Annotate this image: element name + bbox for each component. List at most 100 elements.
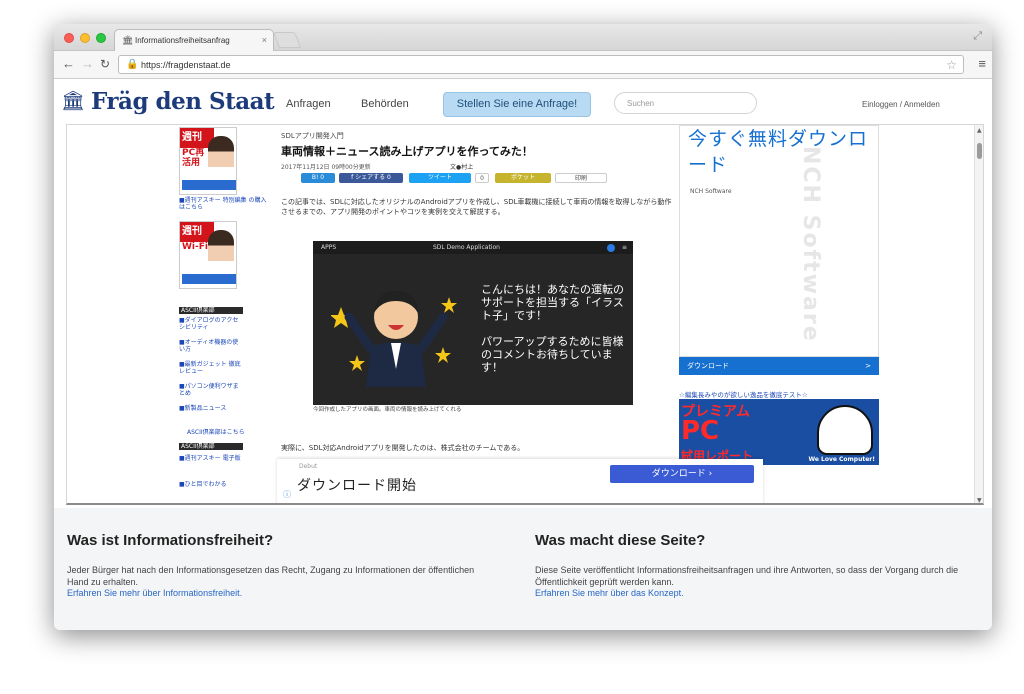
minimize-window-icon[interactable] bbox=[80, 33, 90, 43]
lock-icon: 🔒 bbox=[126, 59, 139, 70]
ad-download-button[interactable]: ダウンロード > bbox=[679, 357, 879, 375]
sparkle-icon bbox=[441, 297, 457, 313]
footer-link-konzept[interactable]: Erfahren Sie mehr über das Konzept. bbox=[535, 588, 684, 598]
sidebar-section-header: ASCII倶楽部 bbox=[179, 307, 243, 314]
left-arm-shape bbox=[344, 312, 376, 354]
vertical-scrollbar[interactable]: ▲ ▼ bbox=[974, 125, 983, 503]
magazine-caption[interactable]: ■週刊アスキー 特別編集 の購入はこちら bbox=[179, 197, 271, 211]
sidebar-link[interactable]: ■ひと目でわかる bbox=[179, 481, 241, 488]
browser-toolbar: ← → ↻ 🔒 https://fragdenstaat.de ☆ ≡ bbox=[54, 51, 992, 79]
article-body: 実際に、SDL対応Androidアプリを開発したのは、株式会社のチームである。 bbox=[281, 444, 525, 452]
reload-icon[interactable]: ↻ bbox=[100, 57, 110, 71]
fullscreen-icon[interactable]: ⤢ bbox=[973, 30, 982, 43]
bank-favicon-icon: 🏛 bbox=[122, 35, 134, 45]
maximize-window-icon[interactable] bbox=[96, 33, 106, 43]
new-tab-button[interactable] bbox=[273, 32, 301, 48]
magazine-cover[interactable]: 週刊 Wi-Fi bbox=[179, 221, 237, 289]
forward-arrow-icon[interactable]: → bbox=[81, 57, 94, 71]
nav-behoerden[interactable]: Behörden bbox=[361, 98, 409, 110]
print-button[interactable]: 印刷 bbox=[555, 173, 607, 183]
magazine-headline: Wi-Fi bbox=[182, 242, 208, 252]
footer-heading-informationsfreiheit: Was ist Informationsfreiheit? bbox=[67, 532, 274, 549]
login-link[interactable]: Einloggen / Anmelden bbox=[862, 100, 940, 109]
app-menu-icon: ≡ bbox=[621, 244, 627, 251]
bank-logo-icon: 🏛 bbox=[61, 91, 86, 112]
scroll-up-icon[interactable]: ▲ bbox=[977, 127, 982, 134]
browser-tab[interactable]: 🏛 Informationsfreiheitsanfrag × bbox=[114, 29, 274, 51]
bookmark-star-icon[interactable]: ☆ bbox=[946, 58, 957, 72]
cover-banner bbox=[182, 274, 236, 284]
footer-heading-seite: Was macht diese Seite? bbox=[535, 532, 706, 549]
article-author: 文●村上 bbox=[450, 164, 474, 171]
tab-title: Informationsfreiheitsanfrag bbox=[135, 36, 230, 45]
article-lead: この記事では、SDLに対応したオリジナルのAndroidアプリを作成し、SDL車… bbox=[281, 198, 672, 216]
sparkle-icon bbox=[435, 347, 451, 363]
tweet-button[interactable]: ツイート bbox=[409, 173, 471, 183]
sparkle-icon bbox=[349, 355, 365, 371]
app-message: こんにちは！あなたの運転のサポートを担当する「イラスト子」です！ bbox=[481, 283, 624, 322]
footer-text-seite: Diese Seite veröffentlicht Informationsf… bbox=[535, 565, 959, 587]
magazine-sidebar: 週刊 PC再活用 ■週刊アスキー 特別編集 の購入はこちら 週刊 Wi-Fi A… bbox=[179, 125, 271, 503]
app-bar: APPS SDL Demo Application ≡ bbox=[313, 241, 633, 254]
caricature-icon bbox=[817, 405, 873, 455]
slogan-text: We Love Computer! bbox=[808, 456, 875, 463]
cover-photo bbox=[208, 136, 234, 180]
businessman-illustration-icon bbox=[331, 291, 457, 387]
embedded-document: 週刊 PC再活用 ■週刊アスキー 特別編集 の購入はこちら 週刊 Wi-Fi A… bbox=[66, 124, 984, 505]
right-arm-shape bbox=[416, 312, 448, 354]
sidebar-link[interactable]: ■最新ガジェット 徹底レビュー bbox=[179, 361, 241, 375]
chevron-right-icon: > bbox=[865, 362, 871, 370]
pc-text: PC bbox=[681, 416, 720, 446]
site-header: 🏛 Fräg den Staat Anfragen Behörden Stell… bbox=[54, 80, 992, 124]
tweet-count: 0 bbox=[475, 173, 489, 183]
nav-anfragen[interactable]: Anfragen bbox=[286, 98, 331, 110]
footer-link-informationsfreiheit[interactable]: Erfahren Sie mehr über Informationsfreih… bbox=[67, 588, 242, 598]
app-status-icon bbox=[607, 244, 615, 252]
app-screenshot: APPS SDL Demo Application ≡ こんにちは！あなたの運転… bbox=[313, 241, 633, 405]
download-ad-banner[interactable]: Debut ⓘ ダウンロード開始 ダウンロード › bbox=[277, 459, 763, 503]
banner-text: ダウンロード開始 bbox=[297, 478, 417, 494]
ad-company: NCH Software bbox=[690, 188, 732, 195]
browser-window: 🏛 Informationsfreiheitsanfrag × ⤢ ← → ↻ … bbox=[54, 24, 992, 630]
banner-download-button[interactable]: ダウンロード › bbox=[610, 465, 754, 483]
nch-ad[interactable]: NCH Software 今すぐ無料ダウンロード NCH Software bbox=[679, 125, 879, 357]
premium-pc-ad[interactable]: プレミアム PC 試用レポート We Love Computer! bbox=[679, 399, 879, 465]
pocket-button[interactable]: ポケット bbox=[495, 173, 551, 183]
scroll-down-icon[interactable]: ▼ bbox=[977, 497, 982, 503]
tab-close-icon[interactable]: × bbox=[262, 35, 267, 45]
ad-download-label: ダウンロード bbox=[687, 362, 729, 370]
article-title: 車両情報＋ニュース読み上げアプリを作ってみた！ bbox=[281, 145, 533, 158]
title-bar: 🏛 Informationsfreiheitsanfrag × ⤢ bbox=[54, 24, 992, 51]
sidebar-link[interactable]: ■オーディオ機器の使い方 bbox=[179, 339, 241, 353]
ad-column: NCH Software 今すぐ無料ダウンロード NCH Software ダウ… bbox=[679, 125, 879, 503]
sidebar-link[interactable]: ■新製品ニュース bbox=[179, 405, 241, 412]
sidebar-more-link[interactable]: ASCII倶楽部はこちら bbox=[187, 427, 245, 436]
sidebar-link[interactable]: ■パソコン便利ワザまとめ bbox=[179, 383, 241, 397]
sidebar-link[interactable]: ■ダイアログのアクセシビリティ bbox=[179, 317, 241, 331]
address-bar[interactable]: 🔒 https://fragdenstaat.de ☆ bbox=[118, 55, 964, 74]
footer-text-informationsfreiheit: Jeder Bürger hat nach den Informationsge… bbox=[67, 565, 475, 587]
make-request-button[interactable]: Stellen Sie eine Anfrage! bbox=[443, 92, 591, 117]
app-title: SDL Demo Application bbox=[433, 244, 500, 251]
app-name: APPS bbox=[321, 244, 337, 251]
ad-info-icon[interactable]: ⓘ bbox=[283, 489, 291, 500]
banner-sponsor: Debut bbox=[299, 463, 318, 470]
back-arrow-icon[interactable]: ← bbox=[62, 57, 75, 71]
scrollbar-thumb[interactable] bbox=[977, 143, 982, 159]
cover-photo bbox=[208, 230, 234, 274]
image-caption: 今回作成したアプリの画面。車両の情報を読み上げてくれる bbox=[313, 407, 462, 413]
feature-label[interactable]: ☆編集長みやのが欲しい逸品を徹底テスト☆ bbox=[679, 389, 879, 399]
site-footer: Was ist Informationsfreiheit? Jeder Bürg… bbox=[54, 508, 992, 630]
article-kicker: SDLアプリ開発入門 bbox=[281, 132, 344, 140]
site-logo[interactable]: Fräg den Staat bbox=[91, 88, 275, 115]
ad-headline: 今すぐ無料ダウンロード bbox=[688, 128, 869, 176]
sidebar-section-header: ASCII倶楽部 bbox=[179, 443, 243, 450]
facebook-share-button[interactable]: f シェアする 0 bbox=[339, 173, 403, 183]
hatena-share-button[interactable]: B! 0 bbox=[301, 173, 335, 183]
magazine-cover[interactable]: 週刊 PC再活用 bbox=[179, 127, 237, 195]
menu-icon[interactable]: ≡ bbox=[978, 56, 986, 71]
article-date: 2017年11月12日 09時00分更新 bbox=[281, 164, 371, 171]
sidebar-link[interactable]: ■週刊アスキー 電子版 bbox=[179, 455, 241, 462]
close-window-icon[interactable] bbox=[64, 33, 74, 43]
search-input[interactable]: Suchen bbox=[614, 92, 757, 114]
